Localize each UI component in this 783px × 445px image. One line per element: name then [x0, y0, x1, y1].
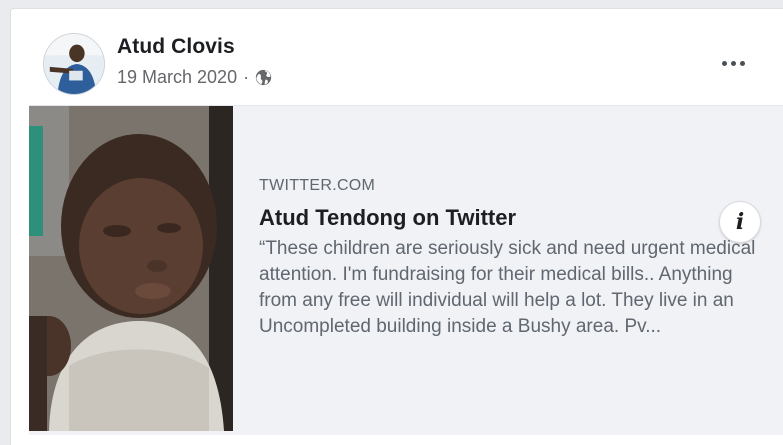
more-options-button[interactable] [713, 53, 753, 73]
globe-icon[interactable] [255, 69, 272, 86]
more-options-icon-dot [730, 60, 736, 66]
link-title[interactable]: Atud Tendong on Twitter [259, 204, 769, 232]
info-button[interactable]: i [719, 201, 761, 243]
post-date[interactable]: 19 March 2020 [117, 67, 237, 88]
meta-separator: · [243, 67, 250, 87]
more-options-icon [721, 60, 727, 66]
link-preview-image[interactable] [29, 106, 233, 431]
avatar-image [44, 34, 104, 94]
link-snippet: “These children are seriously sick and n… [259, 238, 756, 337]
link-preview[interactable]: i TWITTER.COM Atud Tendong on Twitter “T… [29, 105, 783, 435]
more-options-icon-dot [739, 60, 745, 66]
author-avatar[interactable] [43, 33, 105, 95]
author-name[interactable]: Atud Clovis [117, 35, 235, 59]
post-header: Atud Clovis 19 March 2020 · [11, 9, 783, 105]
post-card: Atud Clovis 19 March 2020 · i TWITTER.CO… [10, 8, 783, 445]
info-icon: i [735, 209, 745, 235]
link-preview-text: TWITTER.COM Atud Tendong on Twitter “The… [259, 176, 769, 340]
post-meta: 19 March 2020 · [117, 67, 272, 88]
link-domain: TWITTER.COM [259, 177, 376, 194]
